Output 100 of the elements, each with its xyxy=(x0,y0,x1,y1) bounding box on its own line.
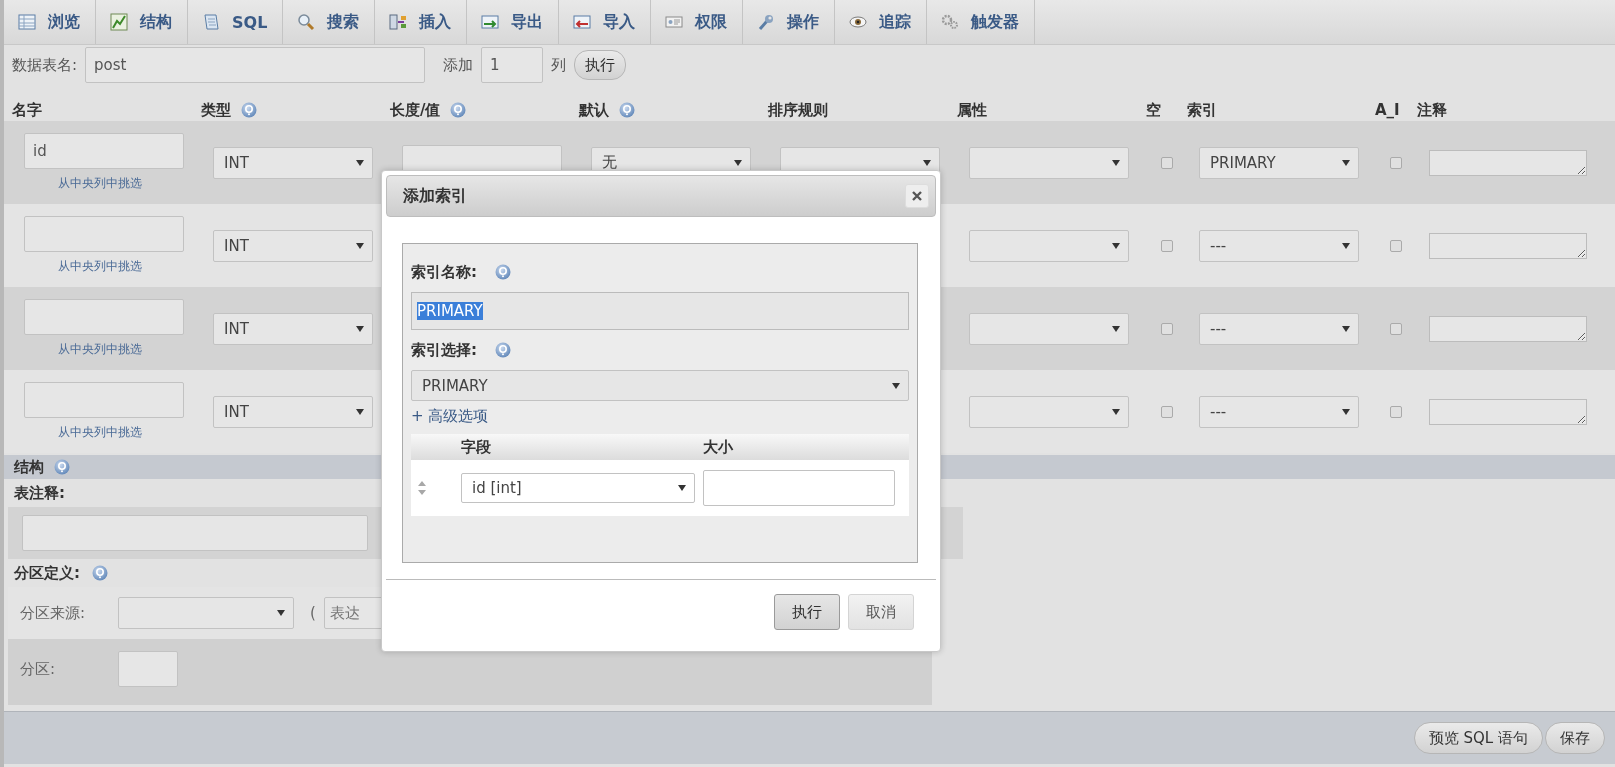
index-name-field[interactable]: PRIMARY xyxy=(411,292,909,330)
table-comment-label: 表注释: xyxy=(14,483,65,503)
tab[interactable]: 操作 xyxy=(743,0,836,44)
index-choice-select[interactable]: PRIMARY xyxy=(411,370,909,401)
index-select[interactable]: --- xyxy=(1199,395,1359,428)
table-icon xyxy=(18,13,36,31)
null-checkbox[interactable] xyxy=(1160,405,1173,418)
tab[interactable]: 结构 xyxy=(96,0,188,44)
close-button[interactable] xyxy=(905,184,929,208)
attribute-select[interactable] xyxy=(969,395,1129,428)
column-header: 排序规则 xyxy=(768,100,828,120)
tab[interactable]: 导出 xyxy=(467,0,560,44)
dialog-button[interactable]: 取消 xyxy=(848,594,914,630)
caret-icon xyxy=(1342,407,1350,416)
dialog-button[interactable]: 执行 xyxy=(774,594,840,630)
help-icon[interactable] xyxy=(495,342,511,358)
comment-field[interactable] xyxy=(1429,398,1587,425)
help-icon[interactable] xyxy=(241,102,257,118)
field-select[interactable]: id [int] xyxy=(461,473,695,503)
go-button[interactable]: 执行 xyxy=(574,50,627,80)
eye-icon xyxy=(849,13,868,31)
pick-from-central-link[interactable]: 从中央列中挑选 xyxy=(24,258,142,275)
caret-icon xyxy=(923,158,931,167)
caret-icon xyxy=(356,324,364,333)
partitions-field[interactable] xyxy=(118,651,178,687)
column-header: 长度/值 xyxy=(390,100,441,120)
footer-button[interactable]: 预览 SQL 语句 xyxy=(1413,722,1543,754)
column-name-field[interactable] xyxy=(24,216,184,252)
pick-from-central-link[interactable]: 从中央列中挑选 xyxy=(24,424,142,441)
column-header: 类型 xyxy=(201,100,231,120)
caret-icon xyxy=(1342,324,1350,333)
comment-field[interactable] xyxy=(1429,149,1587,176)
help-icon[interactable] xyxy=(450,102,467,118)
attribute-select[interactable] xyxy=(969,146,1129,179)
advanced-options-link[interactable]: + 高级选项 xyxy=(411,407,489,426)
auto-increment-checkbox[interactable] xyxy=(1390,156,1402,169)
size-field[interactable] xyxy=(703,470,895,506)
tab[interactable]: 权限 xyxy=(651,0,744,44)
tab[interactable]: 浏览 xyxy=(4,0,96,44)
column-header: 属性 xyxy=(957,100,987,120)
column-header: 索引 xyxy=(1187,100,1217,120)
comment-field[interactable] xyxy=(1429,232,1587,259)
column-name-field[interactable]: id xyxy=(24,133,184,169)
caret-icon xyxy=(1342,158,1350,167)
pick-from-central-link[interactable]: 从中央列中挑选 xyxy=(24,175,142,192)
type-select[interactable]: INT xyxy=(213,395,373,428)
caret-icon xyxy=(1112,407,1120,416)
auto-increment-checkbox[interactable] xyxy=(1390,239,1402,252)
add-label: 添加 xyxy=(443,55,474,75)
type-select[interactable]: INT xyxy=(213,312,373,345)
null-checkbox[interactable] xyxy=(1160,156,1173,169)
wrench-icon xyxy=(757,13,776,31)
id-card-icon xyxy=(665,13,684,31)
dialog-title: 添加索引 xyxy=(403,185,467,207)
caret-icon xyxy=(356,158,364,167)
type-select[interactable]: INT xyxy=(213,146,373,179)
search-icon xyxy=(297,13,316,31)
tab[interactable]: 插入 xyxy=(375,0,468,44)
partition-source-select[interactable] xyxy=(118,597,294,629)
column-name-field[interactable] xyxy=(24,382,184,418)
partition-source-label: 分区来源: xyxy=(20,603,87,623)
table-comment-field[interactable] xyxy=(22,515,368,551)
attribute-select[interactable] xyxy=(969,312,1129,345)
columns-unit-label: 列 xyxy=(551,55,567,75)
tab[interactable]: 导入 xyxy=(559,0,652,44)
column-header: 大小 xyxy=(703,437,733,457)
caret-icon xyxy=(1342,241,1350,250)
tab[interactable]: 触发器 xyxy=(927,0,1036,44)
index-choice-label: 索引选择: xyxy=(411,340,477,360)
index-select[interactable]: --- xyxy=(1199,312,1359,345)
column-header: A_I xyxy=(1375,101,1400,119)
table-name-field[interactable]: post xyxy=(85,47,426,83)
index-name-label: 索引名称: xyxy=(411,262,477,282)
caret-icon xyxy=(356,241,364,250)
auto-increment-checkbox[interactable] xyxy=(1390,322,1402,335)
column-count-field[interactable]: 1 xyxy=(481,47,544,83)
insert-icon xyxy=(389,13,408,31)
help-icon[interactable] xyxy=(495,264,511,280)
tab[interactable]: SQL xyxy=(188,0,284,44)
index-select[interactable]: PRIMARY xyxy=(1199,146,1359,179)
section-title: 结构 xyxy=(14,457,44,477)
null-checkbox[interactable] xyxy=(1160,239,1173,252)
tab[interactable]: 追踪 xyxy=(835,0,928,44)
caret-icon xyxy=(1112,158,1120,167)
tab[interactable]: 搜索 xyxy=(283,0,376,44)
column-header: 字段 xyxy=(461,437,491,457)
help-icon[interactable] xyxy=(54,459,70,475)
close-icon xyxy=(912,191,922,201)
reorder-handle-icon[interactable] xyxy=(417,480,427,496)
help-icon[interactable] xyxy=(92,565,108,581)
type-select[interactable]: INT xyxy=(213,229,373,262)
help-icon[interactable] xyxy=(619,102,635,118)
pick-from-central-link[interactable]: 从中央列中挑选 xyxy=(24,341,142,358)
footer-button[interactable]: 保存 xyxy=(1545,722,1605,754)
auto-increment-checkbox[interactable] xyxy=(1390,405,1402,418)
comment-field[interactable] xyxy=(1429,315,1587,342)
attribute-select[interactable] xyxy=(969,229,1129,262)
column-name-field[interactable] xyxy=(24,299,184,335)
index-select[interactable]: --- xyxy=(1199,229,1359,262)
null-checkbox[interactable] xyxy=(1160,322,1173,335)
